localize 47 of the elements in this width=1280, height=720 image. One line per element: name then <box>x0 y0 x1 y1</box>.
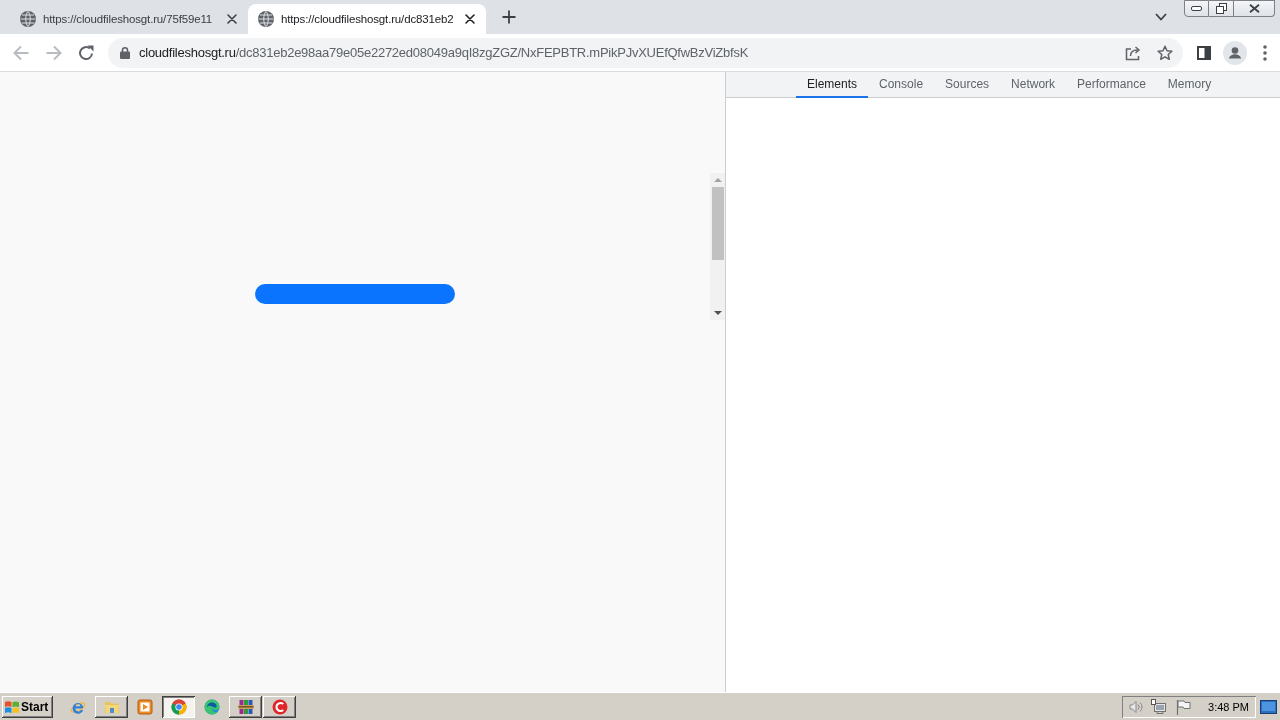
browser-tab[interactable]: https://cloudfileshosgt.ru/75f59e11 <box>10 4 248 34</box>
reload-icon[interactable] <box>78 44 94 61</box>
chevron-down-icon[interactable] <box>1155 13 1167 21</box>
devtools-tab[interactable]: Memory <box>1156 72 1223 98</box>
close-icon <box>1248 4 1260 13</box>
play-icon[interactable] <box>137 698 153 715</box>
globe-icon <box>258 11 274 27</box>
menu-icon[interactable] <box>1263 44 1267 61</box>
stacked-books-icon <box>237 698 254 715</box>
taskbar-button[interactable] <box>229 695 262 718</box>
desktop-icon[interactable] <box>1260 699 1277 714</box>
close-icon[interactable] <box>227 14 237 24</box>
globe-icon <box>20 11 36 27</box>
share-icon[interactable] <box>1125 44 1141 61</box>
taskbar-button[interactable] <box>263 695 296 718</box>
star-icon[interactable] <box>1157 44 1173 61</box>
scrollbar[interactable] <box>710 173 725 320</box>
browser-tab[interactable]: https://cloudfileshosgt.ru/dc831eb2 <box>248 4 486 34</box>
clock-text: 3:48 PM <box>1208 700 1249 713</box>
network-icon[interactable] <box>1151 698 1168 715</box>
down-arrow-icon[interactable] <box>713 311 722 315</box>
plus-icon[interactable] <box>502 10 516 24</box>
devtools-tab[interactable]: Performance <box>1066 72 1157 98</box>
devtools-tab[interactable]: Elements <box>796 72 869 98</box>
c-logo-icon <box>271 698 288 715</box>
address-bar[interactable]: cloudfileshosgt.ru/dc831eb2e98aa79e05e2272ed08049a9qI8zgZGZ/NxFEPBTR.mPikPJvXUEfQfwBzViZbfsK <box>108 37 1183 68</box>
start-logo-icon <box>4 698 20 715</box>
minimize-icon <box>1191 6 1202 11</box>
start-button[interactable]: Start <box>2 695 53 718</box>
scrollbar-thumb[interactable] <box>711 187 724 260</box>
taskbar-button[interactable] <box>95 695 128 718</box>
close-icon[interactable] <box>465 14 475 24</box>
taskbar-button[interactable] <box>162 695 195 718</box>
flag-icon[interactable] <box>1175 698 1192 715</box>
lock-icon <box>120 46 130 59</box>
minimize-button[interactable] <box>1184 0 1209 17</box>
devtools-tab[interactable]: Network <box>1000 72 1067 98</box>
restore-icon <box>1215 3 1227 14</box>
devtools-tab[interactable]: Console <box>868 72 935 98</box>
restore-button[interactable] <box>1209 0 1234 17</box>
swirl-logo-icon[interactable] <box>204 698 220 715</box>
url-text: cloudfileshosgt.ru/dc831eb2e98aa79e05e2272ed08049a9qI8zgZGZ/NxFEPBTR.mPikPJvXUEfQfwBzViZbfsK <box>139 45 750 60</box>
close-button[interactable] <box>1234 0 1275 17</box>
side-panel-icon[interactable] <box>1197 45 1211 60</box>
devtools-tab[interactable]: Sources <box>934 72 1001 98</box>
ring-logo-icon <box>170 698 187 715</box>
profile-icon[interactable] <box>1223 40 1247 65</box>
